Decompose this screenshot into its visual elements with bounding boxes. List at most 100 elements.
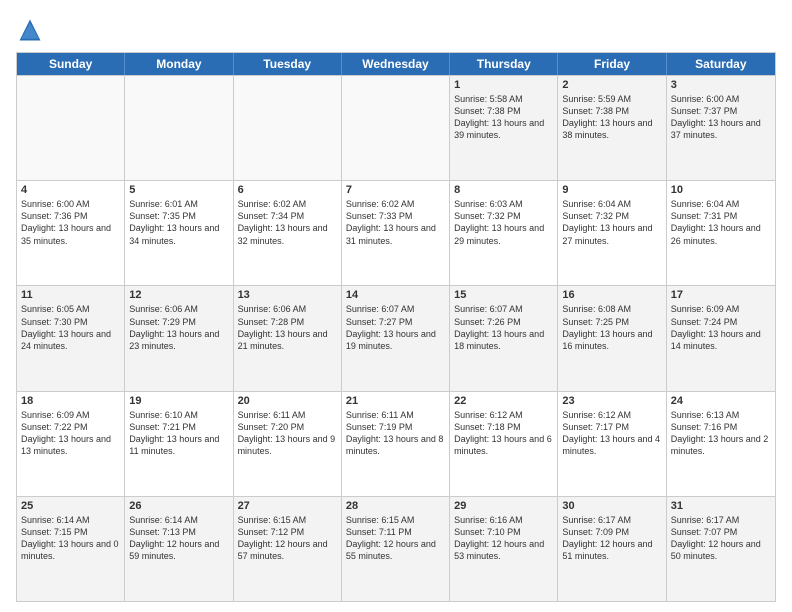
- calendar-cell: 16 Sunrise: 6:08 AM Sunset: 7:25 PM Dayl…: [558, 286, 666, 390]
- day-number: 14: [346, 289, 445, 301]
- calendar-cell: 23 Sunrise: 6:12 AM Sunset: 7:17 PM Dayl…: [558, 392, 666, 496]
- day-number: 11: [21, 289, 120, 301]
- cell-info: Sunrise: 6:00 AM Sunset: 7:37 PM Dayligh…: [671, 93, 771, 142]
- calendar-cell: 19 Sunrise: 6:10 AM Sunset: 7:21 PM Dayl…: [125, 392, 233, 496]
- day-number: 20: [238, 395, 337, 407]
- cell-info: Sunrise: 5:58 AM Sunset: 7:38 PM Dayligh…: [454, 93, 553, 142]
- calendar-cell: 5 Sunrise: 6:01 AM Sunset: 7:35 PM Dayli…: [125, 181, 233, 285]
- cell-info: Sunrise: 6:14 AM Sunset: 7:13 PM Dayligh…: [129, 514, 228, 563]
- calendar-cell: 20 Sunrise: 6:11 AM Sunset: 7:20 PM Dayl…: [234, 392, 342, 496]
- cell-info: Sunrise: 6:01 AM Sunset: 7:35 PM Dayligh…: [129, 198, 228, 247]
- calendar-cell: 17 Sunrise: 6:09 AM Sunset: 7:24 PM Dayl…: [667, 286, 775, 390]
- calendar-week: 18 Sunrise: 6:09 AM Sunset: 7:22 PM Dayl…: [17, 391, 775, 496]
- cell-info: Sunrise: 6:07 AM Sunset: 7:27 PM Dayligh…: [346, 303, 445, 352]
- cell-info: Sunrise: 6:03 AM Sunset: 7:32 PM Dayligh…: [454, 198, 553, 247]
- cell-info: Sunrise: 6:09 AM Sunset: 7:22 PM Dayligh…: [21, 409, 120, 458]
- cell-info: Sunrise: 6:14 AM Sunset: 7:15 PM Dayligh…: [21, 514, 120, 563]
- calendar-week: 11 Sunrise: 6:05 AM Sunset: 7:30 PM Dayl…: [17, 285, 775, 390]
- calendar-cell: 7 Sunrise: 6:02 AM Sunset: 7:33 PM Dayli…: [342, 181, 450, 285]
- calendar-cell: 18 Sunrise: 6:09 AM Sunset: 7:22 PM Dayl…: [17, 392, 125, 496]
- calendar-cell: 2 Sunrise: 5:59 AM Sunset: 7:38 PM Dayli…: [558, 76, 666, 180]
- header: [16, 16, 776, 44]
- calendar-cell: [125, 76, 233, 180]
- calendar-week: 1 Sunrise: 5:58 AM Sunset: 7:38 PM Dayli…: [17, 75, 775, 180]
- calendar-cell: [17, 76, 125, 180]
- day-number: 4: [21, 184, 120, 196]
- cell-info: Sunrise: 6:08 AM Sunset: 7:25 PM Dayligh…: [562, 303, 661, 352]
- cell-info: Sunrise: 6:06 AM Sunset: 7:29 PM Dayligh…: [129, 303, 228, 352]
- day-number: 31: [671, 500, 771, 512]
- calendar-cell: 4 Sunrise: 6:00 AM Sunset: 7:36 PM Dayli…: [17, 181, 125, 285]
- calendar-cell: 15 Sunrise: 6:07 AM Sunset: 7:26 PM Dayl…: [450, 286, 558, 390]
- weekday-header: Friday: [558, 53, 666, 75]
- calendar-cell: 25 Sunrise: 6:14 AM Sunset: 7:15 PM Dayl…: [17, 497, 125, 601]
- cell-info: Sunrise: 6:06 AM Sunset: 7:28 PM Dayligh…: [238, 303, 337, 352]
- cell-info: Sunrise: 6:11 AM Sunset: 7:20 PM Dayligh…: [238, 409, 337, 458]
- cell-info: Sunrise: 6:02 AM Sunset: 7:33 PM Dayligh…: [346, 198, 445, 247]
- calendar-week: 4 Sunrise: 6:00 AM Sunset: 7:36 PM Dayli…: [17, 180, 775, 285]
- day-number: 18: [21, 395, 120, 407]
- day-number: 5: [129, 184, 228, 196]
- weekday-header: Sunday: [17, 53, 125, 75]
- day-number: 13: [238, 289, 337, 301]
- day-number: 15: [454, 289, 553, 301]
- cell-info: Sunrise: 6:00 AM Sunset: 7:36 PM Dayligh…: [21, 198, 120, 247]
- day-number: 19: [129, 395, 228, 407]
- calendar-cell: 6 Sunrise: 6:02 AM Sunset: 7:34 PM Dayli…: [234, 181, 342, 285]
- weekday-header: Thursday: [450, 53, 558, 75]
- calendar-cell: 1 Sunrise: 5:58 AM Sunset: 7:38 PM Dayli…: [450, 76, 558, 180]
- cell-info: Sunrise: 6:07 AM Sunset: 7:26 PM Dayligh…: [454, 303, 553, 352]
- page: SundayMondayTuesdayWednesdayThursdayFrid…: [0, 0, 792, 612]
- day-number: 16: [562, 289, 661, 301]
- calendar-cell: 8 Sunrise: 6:03 AM Sunset: 7:32 PM Dayli…: [450, 181, 558, 285]
- cell-info: Sunrise: 6:09 AM Sunset: 7:24 PM Dayligh…: [671, 303, 771, 352]
- calendar-cell: 3 Sunrise: 6:00 AM Sunset: 7:37 PM Dayli…: [667, 76, 775, 180]
- cell-info: Sunrise: 5:59 AM Sunset: 7:38 PM Dayligh…: [562, 93, 661, 142]
- calendar-cell: 26 Sunrise: 6:14 AM Sunset: 7:13 PM Dayl…: [125, 497, 233, 601]
- calendar-week: 25 Sunrise: 6:14 AM Sunset: 7:15 PM Dayl…: [17, 496, 775, 601]
- calendar-header: SundayMondayTuesdayWednesdayThursdayFrid…: [17, 53, 775, 75]
- day-number: 2: [562, 79, 661, 91]
- day-number: 1: [454, 79, 553, 91]
- calendar-cell: 29 Sunrise: 6:16 AM Sunset: 7:10 PM Dayl…: [450, 497, 558, 601]
- cell-info: Sunrise: 6:12 AM Sunset: 7:17 PM Dayligh…: [562, 409, 661, 458]
- day-number: 28: [346, 500, 445, 512]
- day-number: 22: [454, 395, 553, 407]
- weekday-header: Saturday: [667, 53, 775, 75]
- logo-icon: [16, 16, 44, 44]
- cell-info: Sunrise: 6:13 AM Sunset: 7:16 PM Dayligh…: [671, 409, 771, 458]
- day-number: 21: [346, 395, 445, 407]
- weekday-header: Wednesday: [342, 53, 450, 75]
- cell-info: Sunrise: 6:17 AM Sunset: 7:07 PM Dayligh…: [671, 514, 771, 563]
- calendar-cell: 30 Sunrise: 6:17 AM Sunset: 7:09 PM Dayl…: [558, 497, 666, 601]
- calendar-cell: 11 Sunrise: 6:05 AM Sunset: 7:30 PM Dayl…: [17, 286, 125, 390]
- weekday-header: Monday: [125, 53, 233, 75]
- calendar-cell: 12 Sunrise: 6:06 AM Sunset: 7:29 PM Dayl…: [125, 286, 233, 390]
- calendar-cell: 13 Sunrise: 6:06 AM Sunset: 7:28 PM Dayl…: [234, 286, 342, 390]
- day-number: 25: [21, 500, 120, 512]
- weekday-header: Tuesday: [234, 53, 342, 75]
- logo: [16, 16, 48, 44]
- calendar-body: 1 Sunrise: 5:58 AM Sunset: 7:38 PM Dayli…: [17, 75, 775, 601]
- calendar-cell: 10 Sunrise: 6:04 AM Sunset: 7:31 PM Dayl…: [667, 181, 775, 285]
- cell-info: Sunrise: 6:15 AM Sunset: 7:11 PM Dayligh…: [346, 514, 445, 563]
- day-number: 29: [454, 500, 553, 512]
- day-number: 7: [346, 184, 445, 196]
- cell-info: Sunrise: 6:15 AM Sunset: 7:12 PM Dayligh…: [238, 514, 337, 563]
- day-number: 24: [671, 395, 771, 407]
- cell-info: Sunrise: 6:02 AM Sunset: 7:34 PM Dayligh…: [238, 198, 337, 247]
- day-number: 27: [238, 500, 337, 512]
- cell-info: Sunrise: 6:05 AM Sunset: 7:30 PM Dayligh…: [21, 303, 120, 352]
- calendar-cell: 28 Sunrise: 6:15 AM Sunset: 7:11 PM Dayl…: [342, 497, 450, 601]
- calendar-cell: 24 Sunrise: 6:13 AM Sunset: 7:16 PM Dayl…: [667, 392, 775, 496]
- calendar-cell: 9 Sunrise: 6:04 AM Sunset: 7:32 PM Dayli…: [558, 181, 666, 285]
- day-number: 30: [562, 500, 661, 512]
- calendar-cell: 22 Sunrise: 6:12 AM Sunset: 7:18 PM Dayl…: [450, 392, 558, 496]
- cell-info: Sunrise: 6:12 AM Sunset: 7:18 PM Dayligh…: [454, 409, 553, 458]
- calendar-cell: [342, 76, 450, 180]
- calendar: SundayMondayTuesdayWednesdayThursdayFrid…: [16, 52, 776, 602]
- cell-info: Sunrise: 6:16 AM Sunset: 7:10 PM Dayligh…: [454, 514, 553, 563]
- cell-info: Sunrise: 6:11 AM Sunset: 7:19 PM Dayligh…: [346, 409, 445, 458]
- calendar-cell: [234, 76, 342, 180]
- calendar-cell: 14 Sunrise: 6:07 AM Sunset: 7:27 PM Dayl…: [342, 286, 450, 390]
